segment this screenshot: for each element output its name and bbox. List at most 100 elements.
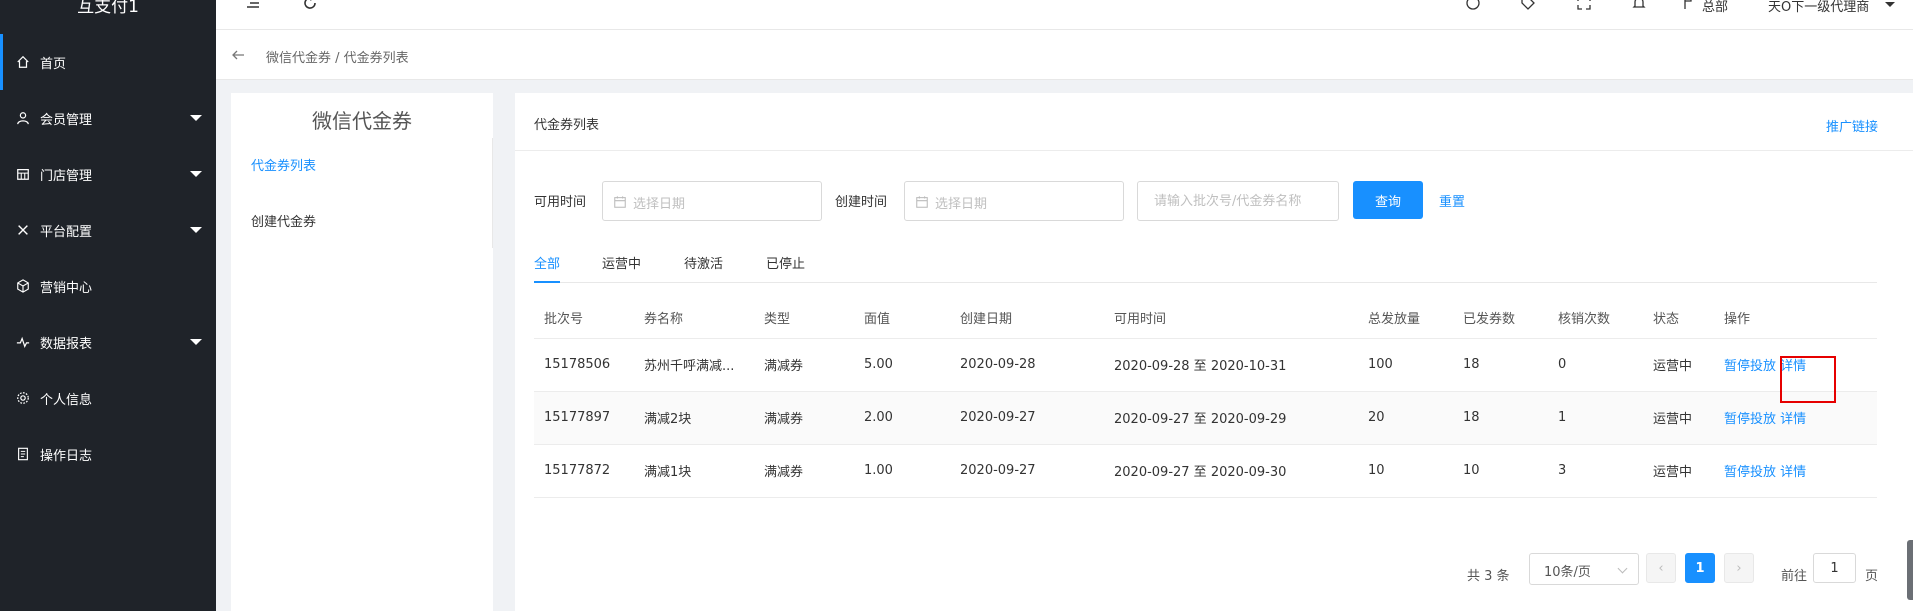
sidebar-item-profile[interactable]: 个人信息	[0, 370, 216, 426]
breadcrumb-bar: 微信代金券 / 代金券列表	[216, 30, 1913, 80]
refresh-icon[interactable]	[300, 0, 320, 12]
bell-icon[interactable]	[1629, 0, 1649, 12]
period-cell: 2020-09-27 至 2020-09-29	[1104, 391, 1358, 445]
fullscreen-icon[interactable]	[1574, 0, 1594, 12]
actions-cell: 暂停投放 详情	[1714, 391, 1877, 445]
tools-icon	[16, 223, 30, 237]
sidebar-item-label: 数据报表	[40, 336, 93, 352]
goto-suffix: 页	[1865, 569, 1879, 584]
page-size-select[interactable]: 10条/页	[1529, 553, 1639, 585]
tag-icon[interactable]	[1518, 0, 1538, 12]
sidebar-item-label: 个人信息	[40, 392, 93, 408]
column-header: 操作	[1714, 298, 1877, 339]
sidebar-item-reports[interactable]: 数据报表	[0, 314, 216, 370]
available-time-label: 可用时间	[534, 195, 587, 210]
chevron-down-icon	[190, 339, 202, 345]
goto-page-input[interactable]	[1813, 553, 1856, 583]
sidebar-item-label: 门店管理	[40, 168, 93, 184]
page-1-button[interactable]: 1	[1685, 553, 1715, 583]
branch-icon[interactable]	[1678, 0, 1698, 12]
issued-cell: 18	[1453, 338, 1548, 392]
subnav-voucher-list[interactable]: 代金券列表	[251, 155, 316, 174]
tab-running[interactable]: 运营中	[602, 253, 641, 283]
period-cell: 2020-09-27 至 2020-09-30	[1104, 444, 1358, 498]
tab-stopped[interactable]: 已停止	[766, 253, 805, 283]
available-time-date-picker[interactable]: 选择日期	[602, 181, 822, 221]
sidebar-item-members[interactable]: 会员管理	[0, 90, 216, 146]
column-header: 状态	[1643, 298, 1714, 339]
sidebar-item-oplog[interactable]: 操作日志	[0, 426, 216, 482]
sidebar-item-label: 操作日志	[40, 448, 93, 464]
goto-prefix: 前往	[1781, 569, 1808, 584]
actions-cell: 暂停投放 详情	[1714, 444, 1877, 498]
brand-name: 互支付1	[77, 0, 139, 17]
sidebar-item-label: 会员管理	[40, 112, 93, 128]
sidebar-item-label: 平台配置	[40, 224, 93, 240]
next-page-button[interactable]: ›	[1724, 553, 1754, 583]
menu-toggle-icon[interactable]	[243, 0, 263, 12]
issued-cell: 10	[1453, 444, 1548, 498]
sub-navigation-panel: 微信代金券 代金券列表 创建代金券	[231, 93, 493, 611]
name-cell: 满减2块	[634, 391, 754, 445]
pause-button[interactable]: 暂停投放	[1724, 412, 1776, 427]
promo-link[interactable]: 推广链接	[1826, 116, 1878, 135]
column-header: 创建日期	[950, 298, 1104, 339]
batch-cell: 15177897	[534, 391, 634, 445]
log-icon	[16, 447, 30, 461]
chevron-down-icon	[190, 227, 202, 233]
store-icon	[16, 167, 30, 181]
back-arrow-icon[interactable]	[230, 47, 246, 63]
detail-link[interactable]: 详情	[1780, 465, 1806, 480]
total-cell: 20	[1358, 391, 1453, 445]
chart-icon	[16, 335, 30, 349]
pause-button[interactable]: 暂停投放	[1724, 359, 1776, 374]
voucher-table: 批次号 券名称 类型 面值 创建日期 可用时间 总发放量 已发券数 核销次数 状…	[534, 298, 1877, 498]
calendar-icon	[614, 196, 626, 208]
sidebar-item-label: 首页	[40, 56, 67, 72]
sidebar-item-label: 营销中心	[40, 280, 93, 296]
redeemed-cell: 1	[1548, 391, 1643, 445]
divider	[492, 138, 493, 248]
status-badge: 运营中	[1643, 444, 1714, 498]
tab-all[interactable]: 全部	[534, 253, 561, 283]
create-time-date-picker[interactable]: 选择日期	[904, 181, 1124, 221]
tab-pending[interactable]: 待激活	[684, 253, 723, 283]
created-cell: 2020-09-27	[950, 391, 1104, 445]
reset-button[interactable]: 重置	[1439, 191, 1465, 210]
detail-link[interactable]: 详情	[1780, 359, 1806, 374]
column-header: 核销次数	[1548, 298, 1643, 339]
value-cell: 5.00	[854, 338, 950, 392]
chevron-down-icon[interactable]	[1885, 2, 1895, 7]
palette-icon[interactable]	[1463, 0, 1483, 12]
created-cell: 2020-09-27	[950, 444, 1104, 498]
column-header: 可用时间	[1104, 298, 1358, 339]
sidebar-item-marketing[interactable]: 营销中心	[0, 258, 216, 314]
prev-page-button[interactable]: ‹	[1646, 553, 1676, 583]
table-header-row: 批次号 券名称 类型 面值 创建日期 可用时间 总发放量 已发券数 核销次数 状…	[534, 298, 1877, 339]
sidebar-item-home[interactable]: 首页	[0, 34, 216, 90]
sidebar-item-platform-config[interactable]: 平台配置	[0, 202, 216, 258]
column-header: 券名称	[634, 298, 754, 339]
search-input[interactable]	[1137, 181, 1339, 221]
pagination-total: 共 3 条	[1467, 569, 1510, 584]
user-menu[interactable]: 天O下一级代理商	[1768, 0, 1869, 15]
sidebar-item-stores[interactable]: 门店管理	[0, 146, 216, 202]
table-row: 15177897 满减2块 满减券 2.00 2020-09-27 2020-0…	[534, 391, 1877, 445]
scrollbar[interactable]	[1907, 540, 1913, 600]
batch-cell: 15178506	[534, 338, 634, 392]
detail-link[interactable]: 详情	[1780, 412, 1806, 427]
created-cell: 2020-09-28	[950, 338, 1104, 392]
chevron-down-icon	[190, 115, 202, 121]
subnav-create-voucher[interactable]: 创建代金券	[251, 211, 316, 230]
query-button[interactable]: 查询	[1353, 181, 1423, 219]
hq-label[interactable]: 总部	[1702, 0, 1728, 15]
calendar-icon	[916, 196, 928, 208]
page-size-value: 10条/页	[1544, 565, 1591, 580]
column-header: 类型	[754, 298, 854, 339]
table-row: 15177872 满减1块 满减券 1.00 2020-09-27 2020-0…	[534, 444, 1877, 498]
pause-button[interactable]: 暂停投放	[1724, 465, 1776, 480]
redeemed-cell: 0	[1548, 338, 1643, 392]
card-header: 代金券列表 推广链接	[515, 93, 1913, 151]
breadcrumb: 微信代金券 / 代金券列表	[266, 51, 409, 66]
gear-icon	[16, 391, 30, 405]
